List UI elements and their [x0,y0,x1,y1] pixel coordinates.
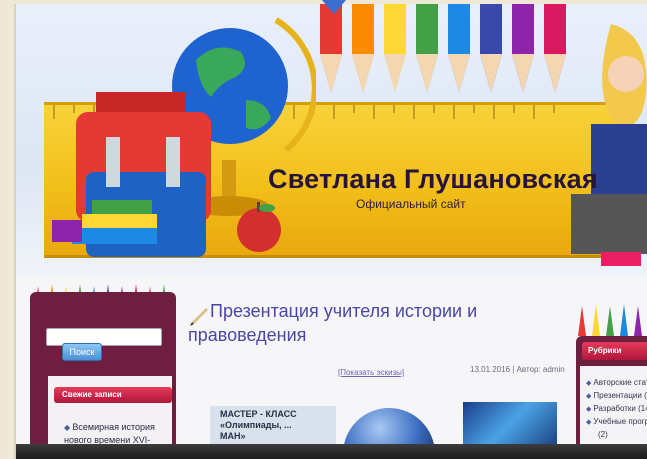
bullet-icon: ◆ [586,393,592,400]
post-date: 13.01.2016 [470,365,511,374]
chevron-down-icon [322,0,346,14]
search-button[interactable]: Поиск [62,343,102,361]
categories-title: Рубрики [582,342,647,360]
pencils-illustration [320,4,566,92]
category-link[interactable]: ◆Авторские стать [586,378,647,389]
article-title[interactable]: Презентация учителя истории и правоведен… [188,299,488,347]
apple-illustration [237,202,281,252]
monitor-bezel [16,444,647,459]
category-link[interactable]: ◆Учебные програ [586,417,647,428]
bullet-icon: ◆ [586,406,592,413]
books-illustration [52,200,157,244]
browser-viewport: Светлана Глушановская Официальный сайт П… [14,4,647,459]
category-link[interactable]: ◆ Разработки (14) [586,404,647,415]
bullet-icon: ◆ [586,380,592,387]
post-meta: 13.01.2016 | Автор: admin [470,365,565,374]
category-count: (2) [598,430,608,439]
site-title[interactable]: Светлана Глушановская [268,164,598,195]
site-subtitle: Официальный сайт [356,197,466,211]
slide-thumbnail-1-text: МАСТЕР - КЛАСС «Олимпиады, ... МАН» [220,409,297,441]
recent-posts-title: Свежие записи [54,387,172,403]
right-pencils-decoration [578,304,642,336]
category-link[interactable]: ◆ Презентации (4 [586,391,647,402]
doll-illustration [571,24,647,266]
post-author[interactable]: Автор: admin [517,365,565,374]
bullet-icon: ◆ [586,419,592,426]
show-thumbnails-link[interactable]: [Показать эскизы] [338,368,404,377]
